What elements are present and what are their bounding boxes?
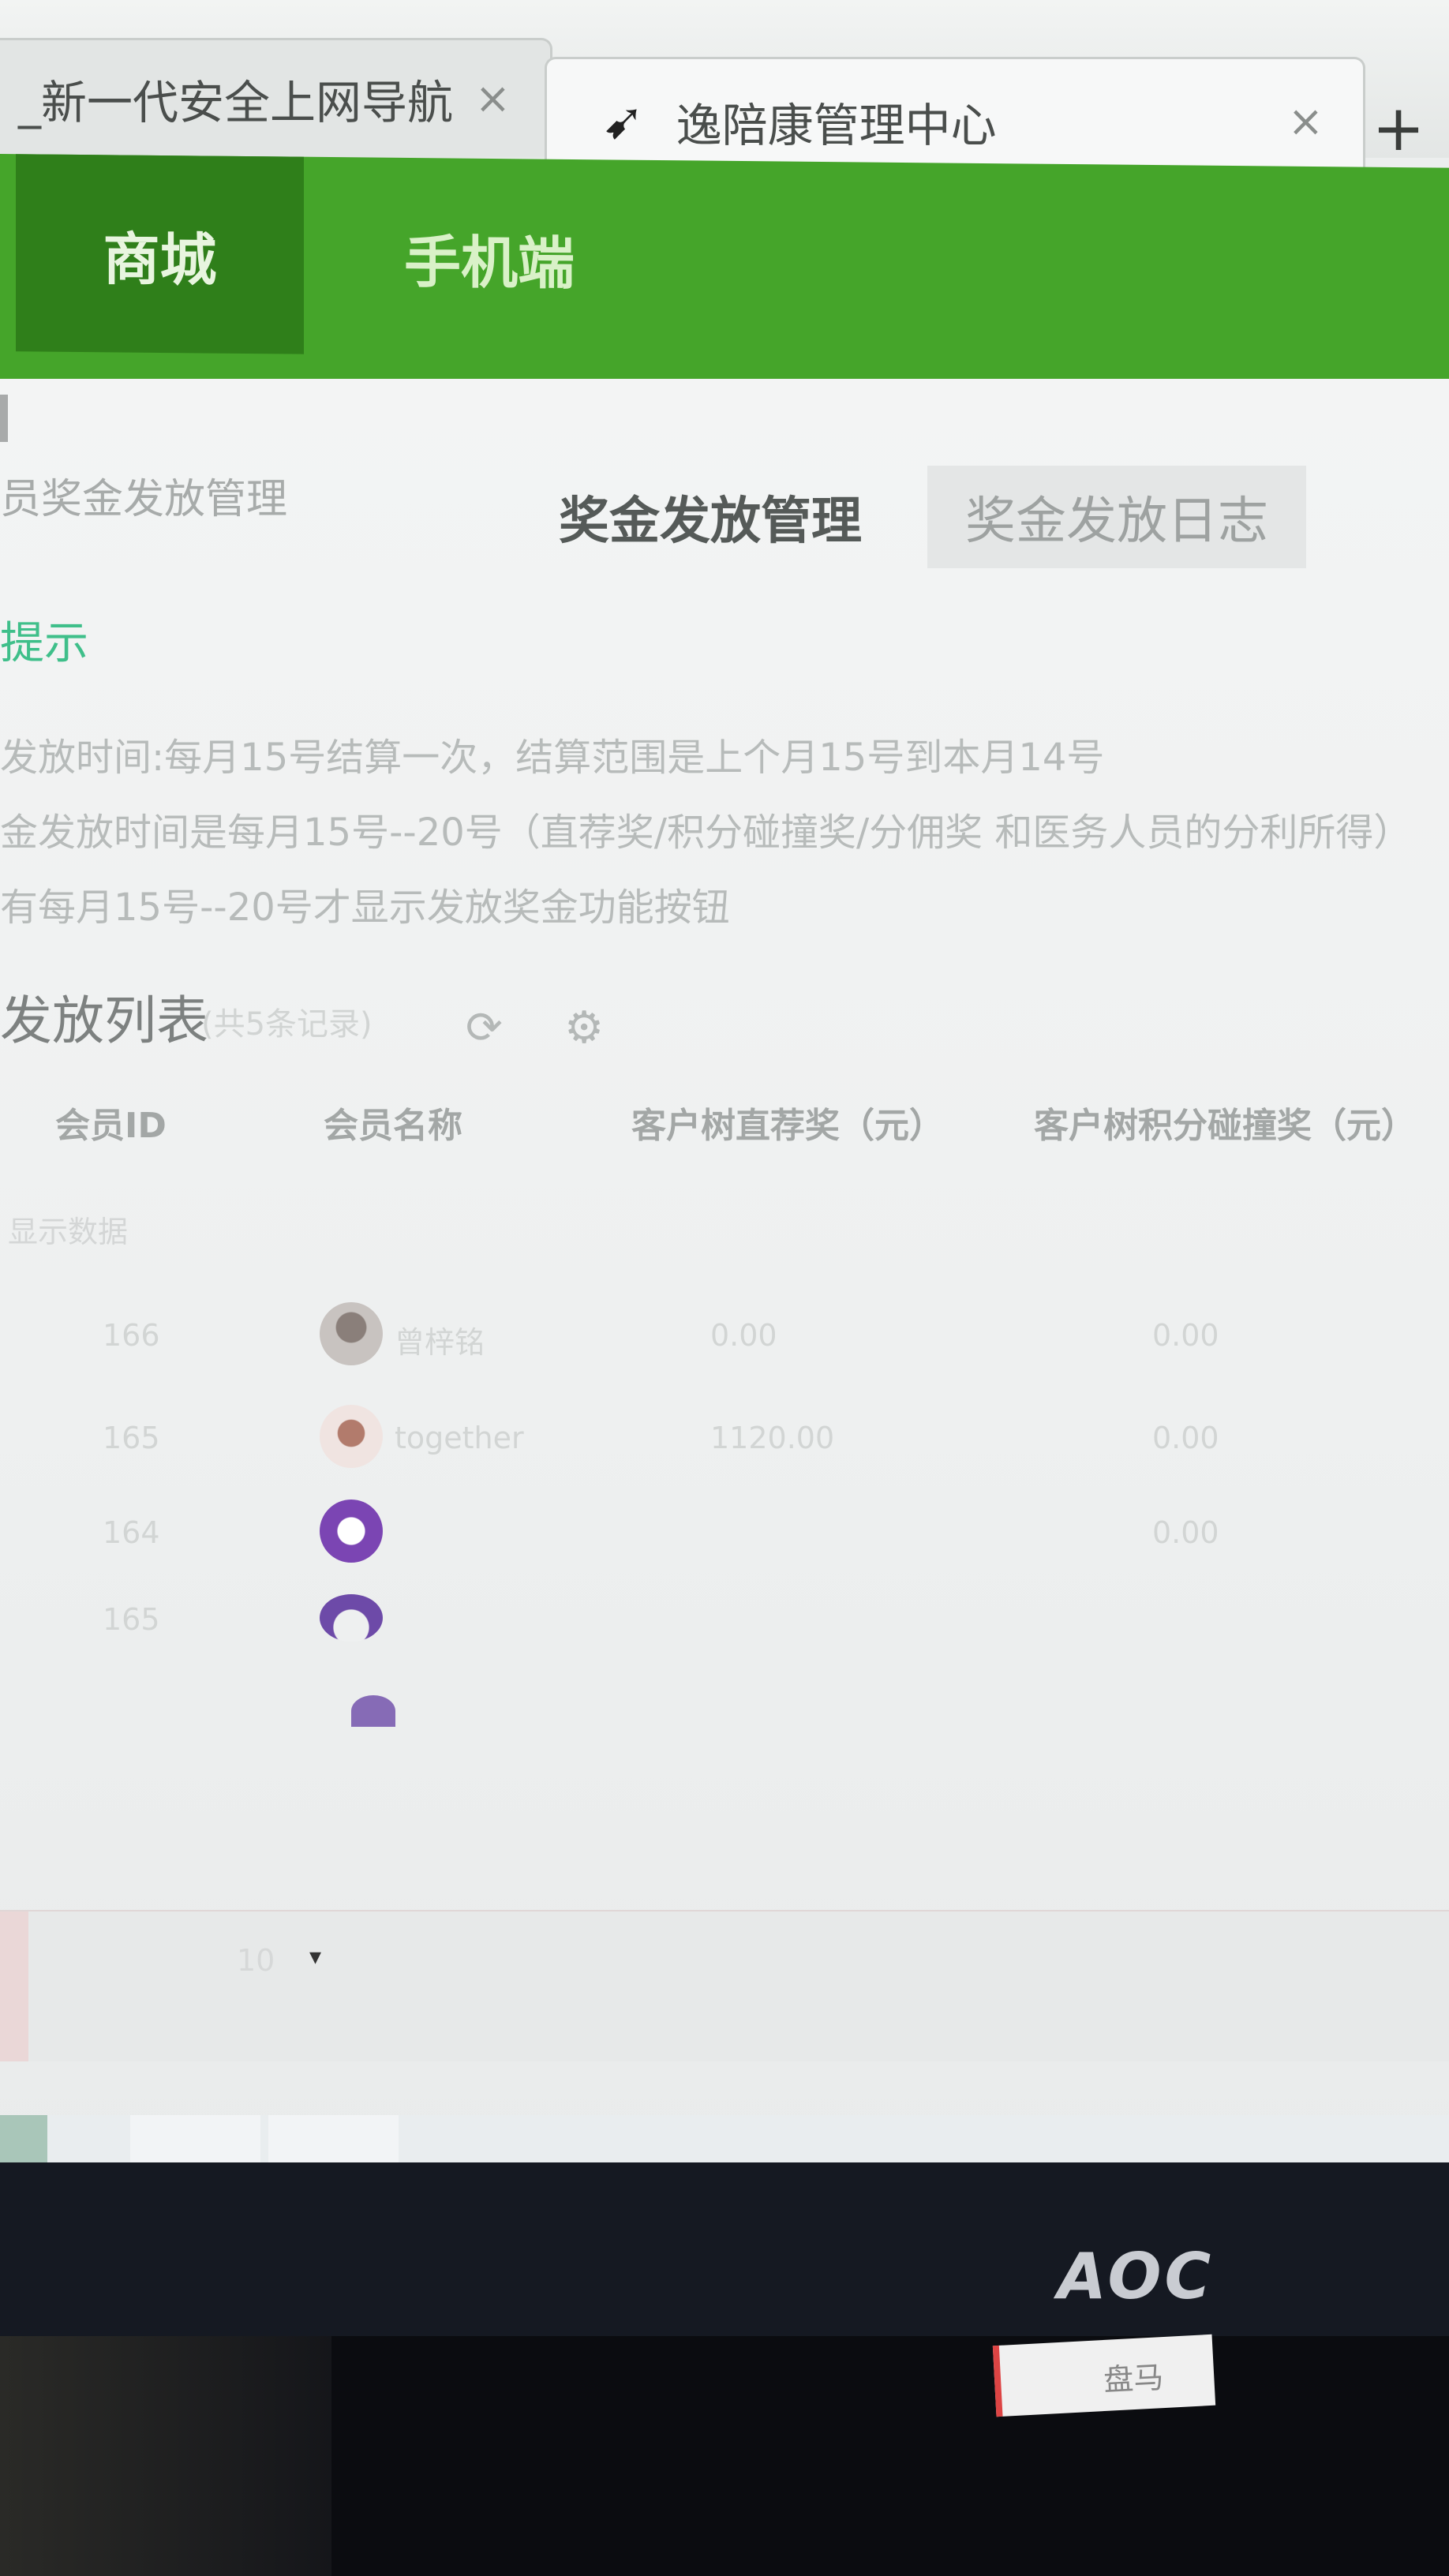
- tip-text: 金发放时间是每月15号--20号（直荐奖/积分碰撞奖/分佣奖 和医务人员的分利所…: [0, 811, 1412, 855]
- monitor-screen: _新一代安全上网导航 × ➹ 逸陪康管理中心 × + 商城 手机端 员奖金发放管…: [0, 0, 1449, 2178]
- list-count: (共5条记录): [201, 1006, 373, 1043]
- tips-title: 提示: [0, 618, 88, 669]
- tab-title: _新一代安全上网导航: [18, 75, 454, 129]
- cell-member-id: 166: [103, 1318, 160, 1353]
- tab-close-icon[interactable]: ×: [475, 73, 511, 123]
- page-size-select[interactable]: 10: [237, 1943, 275, 1978]
- monitor-brand-logo: AOC: [1058, 2240, 1215, 2313]
- cell-member-id: 164: [103, 1515, 160, 1550]
- cell-member-name: together: [395, 1421, 524, 1455]
- cell-points-bonus: 0.00: [1152, 1318, 1219, 1353]
- cell-points-bonus: 0.00: [1152, 1421, 1219, 1455]
- pager-edge: [0, 1911, 28, 2061]
- cell-member-name: 曾梓铭: [395, 1325, 485, 1360]
- cell-direct-bonus: 1120.00: [710, 1421, 835, 1455]
- settings-icon[interactable]: ⚙: [564, 1002, 604, 1054]
- desk-background: [0, 2336, 331, 2576]
- browser-tab-strip: _新一代安全上网导航 × ➹ 逸陪康管理中心 × +: [0, 0, 1449, 183]
- filter-toggle[interactable]: 显示数据: [8, 1208, 128, 1251]
- tab-bonus-management[interactable]: 奖金发放管理: [545, 466, 876, 568]
- pagination-bar: 10 ▾: [0, 1910, 1449, 2061]
- main-content: 员奖金发放管理 奖金发放管理 奖金发放日志 提示 发放时间:每月15号结算一次，…: [0, 379, 1449, 2178]
- refresh-icon[interactable]: ⟳: [466, 1002, 503, 1054]
- cell-points-bonus: 0.00: [1152, 1515, 1219, 1550]
- cell-member-id: 165: [103, 1421, 160, 1455]
- table-row[interactable]: 164 0.00: [0, 1492, 1449, 1578]
- tip-text: 发放时间:每月15号结算一次，结算范围是上个月15号到本月14号: [0, 736, 1105, 780]
- column-header-member-name[interactable]: 会员名称: [324, 1097, 462, 1148]
- tip-text: 有每月15号--20号才显示发放奖金功能按钮: [0, 886, 730, 930]
- avatar: [351, 1695, 395, 1727]
- chevron-down-icon[interactable]: ▾: [309, 1943, 321, 1971]
- table-row[interactable]: 165: [0, 1578, 1449, 1665]
- tab-title: 逸陪康管理中心: [676, 98, 997, 152]
- bird-favicon-icon: ➹: [602, 92, 645, 151]
- sticker-text: 盘马: [1103, 2360, 1165, 2398]
- breadcrumb-marker: [0, 395, 8, 442]
- monitor-bezel: [0, 2162, 1449, 2336]
- nav-item-shop[interactable]: 商城: [16, 154, 304, 354]
- table-row[interactable]: 165 together 1120.00 0.00: [0, 1397, 1449, 1484]
- sticker-label: 盘马: [992, 2334, 1216, 2417]
- tab-close-icon[interactable]: ×: [1288, 96, 1324, 146]
- column-header-direct-bonus[interactable]: 客户树直荐奖（元）: [631, 1097, 944, 1148]
- cell-member-id: 165: [103, 1602, 160, 1637]
- column-header-member-id[interactable]: 会员ID: [55, 1097, 167, 1148]
- avatar: [320, 1594, 383, 1642]
- list-title: 发放列表: [0, 990, 208, 1051]
- page-subtitle: 员奖金发放管理: [0, 476, 288, 523]
- tab-bonus-log[interactable]: 奖金发放日志: [927, 466, 1306, 568]
- avatar: [320, 1302, 383, 1365]
- nav-item-mobile[interactable]: 手机端: [347, 157, 631, 357]
- top-nav-bar: 商城 手机端: [0, 154, 1449, 393]
- table-row[interactable]: 166 曾梓铭 0.00 0.00: [0, 1294, 1449, 1381]
- browser-tab-navigation[interactable]: _新一代安全上网导航 ×: [0, 38, 552, 156]
- avatar: [320, 1405, 383, 1468]
- avatar: [320, 1500, 383, 1563]
- cell-direct-bonus: 0.00: [710, 1318, 777, 1353]
- column-header-points-bonus[interactable]: 客户树积分碰撞奖（元）: [1034, 1097, 1416, 1148]
